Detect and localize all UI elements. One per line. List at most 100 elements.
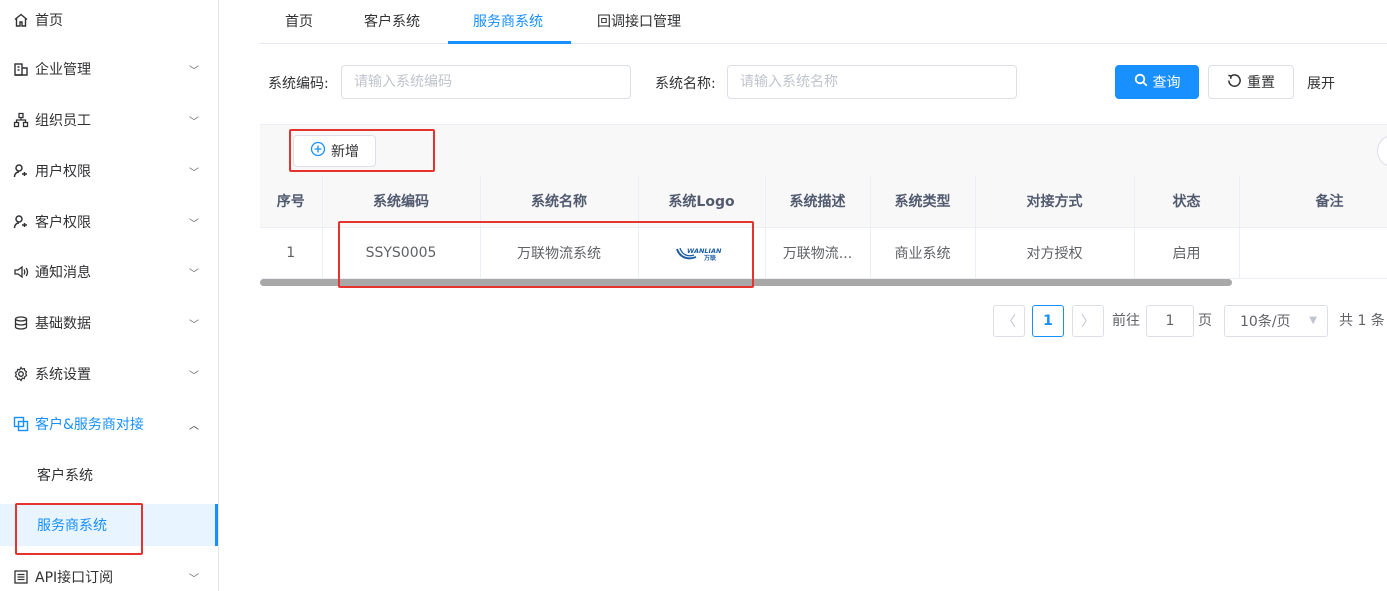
add-button-label: 新增 bbox=[331, 144, 359, 160]
chevron-down-icon: ﹀ bbox=[189, 319, 199, 331]
provider-system-table: 序号 系统编码 系统名称 系统Logo 系统描述 系统类型 对接方式 状态 备注… bbox=[260, 176, 1387, 279]
sidebar-item-enterprise[interactable]: 企业管理 ﹀ bbox=[0, 44, 218, 94]
cell-system-type: 商业系统 bbox=[870, 227, 976, 279]
sidebar-item-label: 通知消息 bbox=[35, 265, 91, 281]
sidebar-item-label: 系统设置 bbox=[35, 367, 91, 383]
sidebar-item-label: 客户&服务商对接 bbox=[35, 417, 144, 433]
page-number-current[interactable]: 1 bbox=[1032, 305, 1064, 337]
table-toolbar: 新增 bbox=[260, 124, 1387, 176]
wanlian-logo: WANLIAN 万联 bbox=[674, 243, 730, 263]
building-icon bbox=[12, 60, 30, 78]
column-header-index: 序号 bbox=[260, 176, 323, 228]
cell-index: 1 bbox=[260, 227, 323, 279]
query-button[interactable]: 查询 bbox=[1115, 65, 1199, 99]
table-header-row: 序号 系统编码 系统名称 系统Logo 系统描述 系统类型 对接方式 状态 备注 bbox=[260, 176, 1387, 228]
logo-text: WANLIAN bbox=[687, 247, 722, 255]
chevron-down-icon: ﹀ bbox=[189, 370, 199, 382]
sidebar-item-settings[interactable]: 系统设置 ﹀ bbox=[0, 349, 218, 399]
tab-customer-system[interactable]: 客户系统 bbox=[364, 0, 420, 44]
sidebar-item-user-permission[interactable]: 用户权限 ﹀ bbox=[0, 146, 218, 196]
table-row[interactable]: 1 SSYS0005 万联物流系统 WANLIAN 万联 万联物流... 商业系… bbox=[260, 227, 1387, 279]
prev-page-button[interactable]: 〈 bbox=[993, 305, 1025, 337]
cell-system-code-link[interactable]: SSYS0005 bbox=[322, 227, 481, 279]
list-doc-icon bbox=[12, 568, 30, 586]
sidebar-item-notification[interactable]: 通知消息 ﹀ bbox=[0, 247, 218, 297]
reset-button[interactable]: 重置 bbox=[1208, 65, 1294, 99]
chevron-down-icon: ﹀ bbox=[189, 116, 199, 128]
column-header-status: 状态 bbox=[1134, 176, 1240, 228]
query-button-label: 查询 bbox=[1152, 75, 1181, 91]
system-name-label: 系统名称: bbox=[655, 76, 716, 92]
system-code-label: 系统编码: bbox=[268, 76, 329, 92]
goto-page-input[interactable] bbox=[1146, 305, 1194, 337]
column-header-method: 对接方式 bbox=[975, 176, 1135, 228]
caret-down-icon: ▼ bbox=[1309, 315, 1317, 326]
tab-home[interactable]: 首页 bbox=[285, 0, 313, 44]
search-icon bbox=[1134, 73, 1148, 91]
sidebar-subitem-provider-system[interactable]: 服务商系统 bbox=[0, 504, 218, 546]
gear-icon bbox=[12, 365, 30, 383]
sidebar-item-home[interactable]: 首页 bbox=[0, 0, 218, 40]
cell-system-desc: 万联物流... bbox=[765, 227, 871, 279]
user-key-icon bbox=[12, 213, 30, 231]
sidebar-item-label: API接口订阅 bbox=[35, 570, 114, 586]
tab-callback-management[interactable]: 回调接口管理 bbox=[597, 0, 681, 44]
user-key-icon bbox=[12, 162, 30, 180]
page-size-value: 10条/页 bbox=[1240, 314, 1291, 330]
cell-status: 启用 bbox=[1134, 227, 1240, 279]
column-header-code: 系统编码 bbox=[322, 176, 481, 228]
sidebar-item-label: 企业管理 bbox=[35, 62, 91, 78]
total-count: 共 1 条 bbox=[1339, 313, 1385, 329]
sidebar-item-label: 首页 bbox=[35, 13, 63, 29]
sidebar-subitem-customer-system[interactable]: 客户系统 bbox=[0, 454, 218, 496]
column-header-desc: 系统描述 bbox=[765, 176, 871, 228]
sidebar-item-label: 组织员工 bbox=[35, 113, 91, 129]
sidebar-item-integration[interactable]: 客户&服务商对接 ︿ bbox=[0, 399, 218, 449]
goto-suffix: 页 bbox=[1198, 313, 1212, 329]
link-window-icon bbox=[12, 415, 30, 433]
sidebar-item-label: 用户权限 bbox=[35, 164, 91, 180]
logo-subtext: 万联 bbox=[703, 254, 716, 262]
next-page-button[interactable]: 〉 bbox=[1072, 305, 1104, 337]
chevron-down-icon: ﹀ bbox=[189, 65, 199, 77]
cell-connect-method: 对方授权 bbox=[975, 227, 1135, 279]
database-icon bbox=[12, 314, 30, 332]
sidebar-item-api-subscription[interactable]: API接口订阅 ﹀ bbox=[0, 552, 218, 591]
column-settings-button[interactable] bbox=[1377, 135, 1387, 167]
main-content: 首页 客户系统 服务商系统 回调接口管理 系统编码: 系统名称: 查询 重置 展… bbox=[219, 0, 1387, 591]
goto-prefix: 前往 bbox=[1112, 313, 1140, 329]
expand-toggle[interactable]: 展开 bbox=[1307, 73, 1335, 93]
chevron-down-icon: ﹀ bbox=[189, 268, 199, 280]
sidebar-item-base-data[interactable]: 基础数据 ﹀ bbox=[0, 298, 218, 348]
sidebar-subitem-label: 服务商系统 bbox=[37, 518, 107, 534]
refresh-icon bbox=[1227, 73, 1242, 92]
sidebar-subitem-label: 客户系统 bbox=[37, 468, 93, 484]
add-button[interactable]: 新增 bbox=[293, 135, 376, 167]
sidebar-item-org[interactable]: 组织员工 ﹀ bbox=[0, 95, 218, 145]
cell-system-logo: WANLIAN 万联 bbox=[638, 227, 766, 279]
chevron-down-icon: ﹀ bbox=[189, 573, 199, 585]
column-header-name: 系统名称 bbox=[480, 176, 639, 228]
sidebar-item-label: 基础数据 bbox=[35, 316, 91, 332]
reset-button-label: 重置 bbox=[1247, 75, 1275, 91]
page-size-select[interactable]: 10条/页 ▼ bbox=[1224, 305, 1328, 337]
column-header-logo: 系统Logo bbox=[638, 176, 766, 228]
cell-remark bbox=[1239, 227, 1387, 279]
sidebar-item-label: 客户权限 bbox=[35, 215, 91, 231]
system-name-input[interactable] bbox=[727, 65, 1017, 99]
horizontal-scrollbar-thumb[interactable] bbox=[260, 279, 1232, 286]
column-header-type: 系统类型 bbox=[870, 176, 976, 228]
sidebar-item-customer-permission[interactable]: 客户权限 ﹀ bbox=[0, 197, 218, 247]
tab-bar: 首页 客户系统 服务商系统 回调接口管理 bbox=[259, 0, 1387, 44]
chevron-right-icon: 〉 bbox=[1081, 314, 1095, 330]
chevron-left-icon: 〈 bbox=[1002, 314, 1016, 330]
cell-system-name: 万联物流系统 bbox=[480, 227, 639, 279]
org-chart-icon bbox=[12, 111, 30, 129]
chevron-down-icon: ﹀ bbox=[189, 218, 199, 230]
sidebar: 首页 企业管理 ﹀ 组织员工 ﹀ 用户权限 ﹀ 客户权限 ﹀ 通知消息 ﹀ 基础… bbox=[0, 0, 219, 591]
plus-circle-icon bbox=[310, 141, 326, 161]
tab-provider-system[interactable]: 服务商系统 bbox=[473, 0, 543, 44]
active-tab-indicator bbox=[448, 41, 571, 44]
column-header-remark: 备注 bbox=[1239, 176, 1387, 228]
system-code-input[interactable] bbox=[341, 65, 631, 99]
